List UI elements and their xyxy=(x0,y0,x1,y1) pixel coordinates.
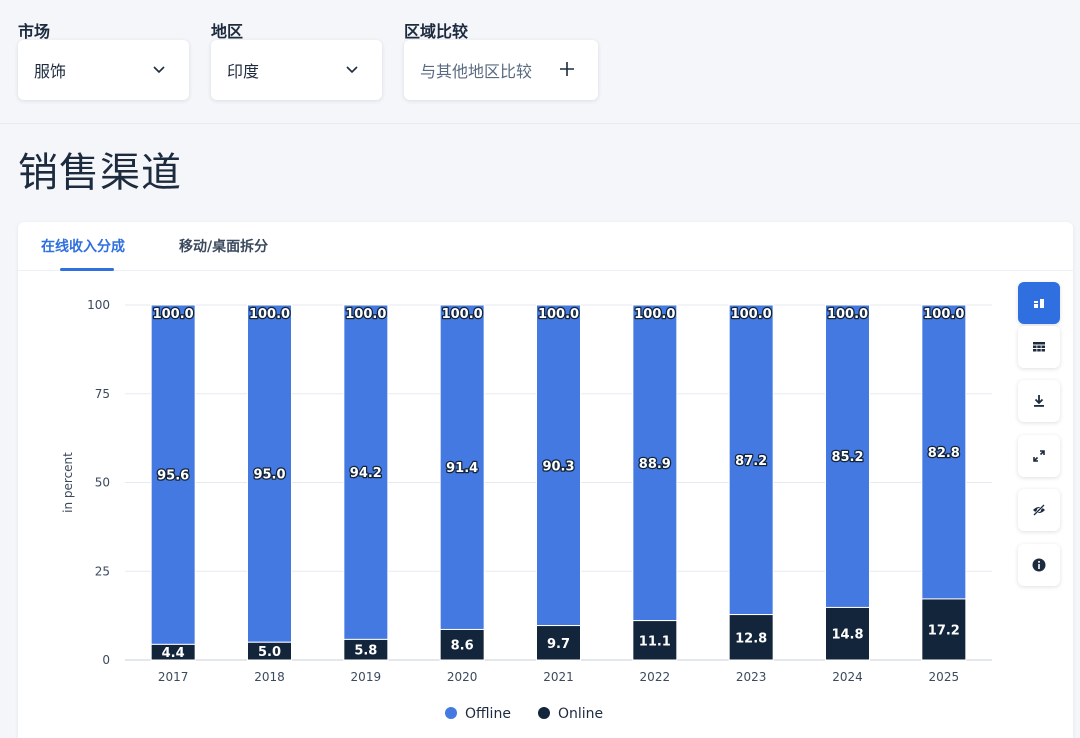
y-tick-label: 50 xyxy=(95,476,110,490)
info-icon xyxy=(1032,558,1046,572)
data-label-online: 9.7 xyxy=(547,637,570,652)
legend-label: Online xyxy=(558,706,603,722)
y-tick-label: 25 xyxy=(95,564,110,578)
data-label-total: 100.0 xyxy=(249,307,290,322)
data-label-total: 100.0 xyxy=(827,307,868,322)
data-label-total: 100.0 xyxy=(153,307,194,322)
y-tick-label: 100 xyxy=(87,298,110,312)
data-label-total: 100.0 xyxy=(345,307,386,322)
data-label-online: 11.1 xyxy=(639,634,671,649)
x-tick-label: 2017 xyxy=(158,670,189,684)
chart-view-button[interactable] xyxy=(1018,282,1060,324)
data-label-offline: 94.2 xyxy=(350,466,382,481)
chart-view-icon xyxy=(1034,299,1044,308)
data-label-offline: 87.2 xyxy=(735,454,767,469)
data-label-offline: 95.0 xyxy=(253,468,285,483)
data-label-online: 8.6 xyxy=(451,639,474,654)
legend-marker xyxy=(538,707,550,719)
info-button[interactable] xyxy=(1018,544,1060,586)
data-label-total: 100.0 xyxy=(634,307,675,322)
table-view-icon xyxy=(1033,342,1045,352)
data-label-offline: 91.4 xyxy=(446,461,478,476)
data-label-offline: 85.2 xyxy=(831,450,863,465)
data-label-total: 100.0 xyxy=(442,307,483,322)
download-button[interactable] xyxy=(1018,380,1060,422)
data-label-online: 5.0 xyxy=(258,645,281,660)
x-tick-label: 2025 xyxy=(929,670,960,684)
y-axis-label: in percent xyxy=(61,452,75,513)
expand-icon xyxy=(1033,450,1045,462)
data-label-offline: 88.9 xyxy=(639,457,671,472)
y-tick-label: 0 xyxy=(102,653,110,667)
expand-button[interactable] xyxy=(1018,435,1060,477)
stacked-bar-chart: 95.6 4.4 100.0 95.0 5.0 100.0 94.2 5.8 100.0 91.4… xyxy=(61,298,992,722)
y-tick-label: 75 xyxy=(95,387,110,401)
x-tick-label: 2022 xyxy=(640,670,671,684)
legend-label: Offline xyxy=(465,706,511,722)
data-label-total: 100.0 xyxy=(731,307,772,322)
table-view-button[interactable] xyxy=(1018,326,1060,368)
hide-icon xyxy=(1033,504,1045,516)
legend-marker xyxy=(445,707,457,719)
x-tick-label: 2019 xyxy=(351,670,382,684)
data-label-total: 100.0 xyxy=(923,307,964,322)
data-label-offline: 82.8 xyxy=(928,446,960,461)
data-label-offline: 95.6 xyxy=(157,469,189,484)
data-label-total: 100.0 xyxy=(538,307,579,322)
x-tick-label: 2021 xyxy=(543,670,574,684)
data-label-online: 14.8 xyxy=(831,628,863,643)
data-label-online: 5.8 xyxy=(354,644,377,659)
data-label-offline: 90.3 xyxy=(542,459,574,474)
hide-button[interactable] xyxy=(1018,489,1060,531)
x-tick-label: 2023 xyxy=(736,670,767,684)
data-label-online: 12.8 xyxy=(735,631,767,646)
x-tick-label: 2020 xyxy=(447,670,478,684)
data-label-online: 4.4 xyxy=(162,646,185,661)
x-tick-label: 2024 xyxy=(832,670,863,684)
x-tick-label: 2018 xyxy=(254,670,285,684)
download-icon xyxy=(1034,395,1044,407)
data-label-online: 17.2 xyxy=(928,623,960,638)
